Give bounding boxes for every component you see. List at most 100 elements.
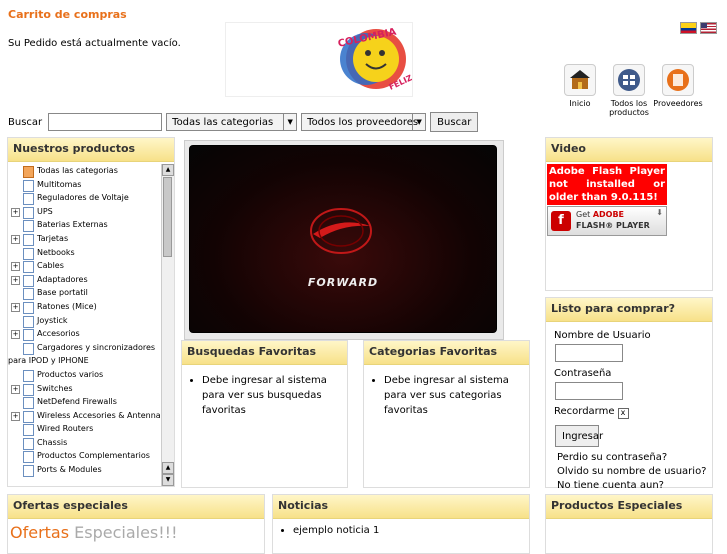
- all-products-label: Todos los productos: [609, 99, 649, 117]
- provider-select[interactable]: Todos los proveedores ▼: [301, 113, 427, 131]
- tree-item[interactable]: + Accesorios: [8, 327, 160, 342]
- tree-item[interactable]: + Cables: [8, 259, 160, 274]
- tree-item[interactable]: + Adaptadores: [8, 273, 160, 287]
- expand-icon[interactable]: +: [11, 302, 20, 312]
- promo-banner[interactable]: FORWARD: [184, 140, 504, 340]
- scroll-down-icon[interactable]: ▲: [162, 462, 174, 474]
- news-panel: Noticias ejemplo noticia 1: [272, 494, 530, 554]
- tree-item-label: Reguladores de Voltaje: [37, 193, 129, 203]
- flash-icon: f: [551, 211, 571, 231]
- expand-icon[interactable]: +: [11, 330, 20, 340]
- expand-icon[interactable]: +: [11, 411, 20, 421]
- tree-item[interactable]: Cargadores y sincronizadores: [8, 341, 160, 355]
- fav-searches-title: Busquedas Favoritas: [182, 341, 347, 365]
- tree-item-label: Base portatil: [37, 288, 88, 298]
- expand-icon[interactable]: +: [11, 262, 20, 272]
- page-icon: [23, 437, 34, 450]
- specials-panel: Ofertas especiales Ofertas Especiales!!!: [7, 494, 265, 554]
- expand-icon[interactable]: +: [11, 384, 20, 394]
- tree-item[interactable]: para IPOD y IPHONE: [8, 354, 160, 368]
- fav-searches-message: Debe ingresar al sistema para ver sus bu…: [202, 373, 347, 418]
- tree-item[interactable]: Reguladores de Voltaje: [8, 191, 160, 206]
- providers-icon: [662, 64, 694, 96]
- page-icon: [23, 329, 34, 342]
- tree-item-label: Baterias Externas: [37, 220, 108, 230]
- tree-item-label: Cargadores y sincronizadores: [37, 342, 156, 352]
- cart-title: Carrito de compras: [8, 8, 127, 21]
- tree-item[interactable]: + UPS: [8, 205, 160, 219]
- tree-item[interactable]: Joystick: [8, 314, 160, 328]
- tree-item[interactable]: + Ratones (Mice): [8, 300, 160, 314]
- spanish-flag-icon[interactable]: [680, 22, 697, 34]
- fav-categories-panel: Categorias Favoritas Debe ingresar al si…: [363, 340, 530, 488]
- page-icon: [23, 288, 34, 301]
- expand-icon[interactable]: +: [11, 234, 20, 244]
- tree-scrollbar[interactable]: ▲ ▲ ▼: [161, 164, 174, 486]
- get-flash-button[interactable]: f Get ADOBE FLASH® PLAYER ⬇: [547, 206, 667, 236]
- tree-item[interactable]: Productos Complementarios: [8, 449, 160, 464]
- tree-item[interactable]: + Switches: [8, 382, 160, 396]
- tree-item[interactable]: Wired Routers: [8, 422, 160, 437]
- forgot-username-link[interactable]: Olvido su nombre de usuario?: [557, 465, 712, 479]
- provider-select-value: Todos los proveedores: [307, 116, 419, 128]
- tree-item[interactable]: Todas las categorias: [8, 164, 160, 178]
- category-select-value: Todas las categorias: [172, 116, 274, 128]
- download-arrow-icon: ⬇: [656, 208, 663, 217]
- scroll-thumb[interactable]: [163, 177, 172, 257]
- forgot-password-link[interactable]: Perdio su contraseña?: [557, 451, 712, 465]
- tree-item-label: Multitomas: [37, 179, 82, 189]
- page-icon: [23, 206, 34, 219]
- tree-item[interactable]: Chassis: [8, 436, 160, 450]
- search-button[interactable]: Buscar: [430, 112, 479, 132]
- all-products-link[interactable]: Todos los productos: [601, 64, 657, 117]
- tree-item-label: Chassis: [37, 437, 68, 447]
- tree-item[interactable]: NetDefend Firewalls: [8, 395, 160, 410]
- search-input[interactable]: [48, 113, 163, 131]
- tree-item-label: Productos Complementarios: [37, 451, 150, 461]
- site-logo[interactable]: COLOMBIA FELIZ: [225, 22, 414, 97]
- news-item[interactable]: ejemplo noticia 1: [293, 523, 529, 538]
- search-bar: Buscar Todas las categorias ▼ Todos los …: [8, 112, 479, 132]
- tree-item[interactable]: Netbooks: [8, 246, 160, 260]
- page-icon: [23, 247, 34, 260]
- login-title: Listo para comprar?: [546, 298, 712, 322]
- specials-banner-text[interactable]: Ofertas Especiales!!!: [10, 523, 178, 542]
- scroll-up-icon[interactable]: ▲: [162, 164, 174, 176]
- special-products-panel: Productos Especiales: [545, 494, 713, 554]
- page-icon: [23, 315, 34, 328]
- expand-icon[interactable]: +: [11, 207, 20, 217]
- home-link[interactable]: Inicio: [552, 64, 608, 108]
- tree-item-label: Adaptadores: [37, 274, 88, 284]
- tree-item-label: Wireless Accesories & Antennas: [37, 410, 160, 420]
- category-select[interactable]: Todas las categorias ▼: [166, 113, 298, 131]
- tree-item[interactable]: Ports & Modules: [8, 463, 160, 478]
- page-icon: [23, 369, 34, 382]
- tree-item-label: Todas las categorias: [37, 166, 118, 175]
- login-button[interactable]: Ingresar: [555, 425, 603, 447]
- tree-item[interactable]: Productos varios: [8, 368, 160, 382]
- english-flag-icon[interactable]: [700, 22, 717, 34]
- tree-item[interactable]: Multitomas: [8, 178, 160, 192]
- page-icon: [23, 451, 34, 464]
- tree-item[interactable]: Baterias Externas: [8, 218, 160, 233]
- cart-status: Su Pedido está actualmente vacío.: [8, 38, 181, 49]
- fav-categories-message: Debe ingresar al sistema para ver sus ca…: [384, 373, 529, 418]
- providers-link[interactable]: Proveedores: [650, 64, 706, 108]
- banner-image: FORWARD: [189, 145, 497, 333]
- fav-categories-title: Categorias Favoritas: [364, 341, 529, 365]
- scroll-down-icon[interactable]: ▼: [162, 474, 174, 486]
- providers-label: Proveedores: [653, 99, 703, 108]
- remember-checkbox[interactable]: x: [617, 408, 629, 419]
- tree-item-label: para IPOD y IPHONE: [8, 356, 89, 366]
- news-title: Noticias: [273, 495, 529, 519]
- password-field[interactable]: [555, 382, 623, 400]
- expand-icon[interactable]: +: [11, 275, 20, 285]
- tree-item-label: Switches: [37, 383, 73, 393]
- tree-item-label: Tarjetas: [37, 233, 69, 243]
- page-icon: [23, 410, 34, 423]
- tree-item[interactable]: Base portatil: [8, 286, 160, 301]
- tree-item[interactable]: + Tarjetas: [8, 232, 160, 246]
- language-flags: [680, 22, 717, 34]
- username-field[interactable]: [555, 344, 623, 362]
- tree-item[interactable]: + Wireless Accesories & Antennas: [8, 409, 160, 423]
